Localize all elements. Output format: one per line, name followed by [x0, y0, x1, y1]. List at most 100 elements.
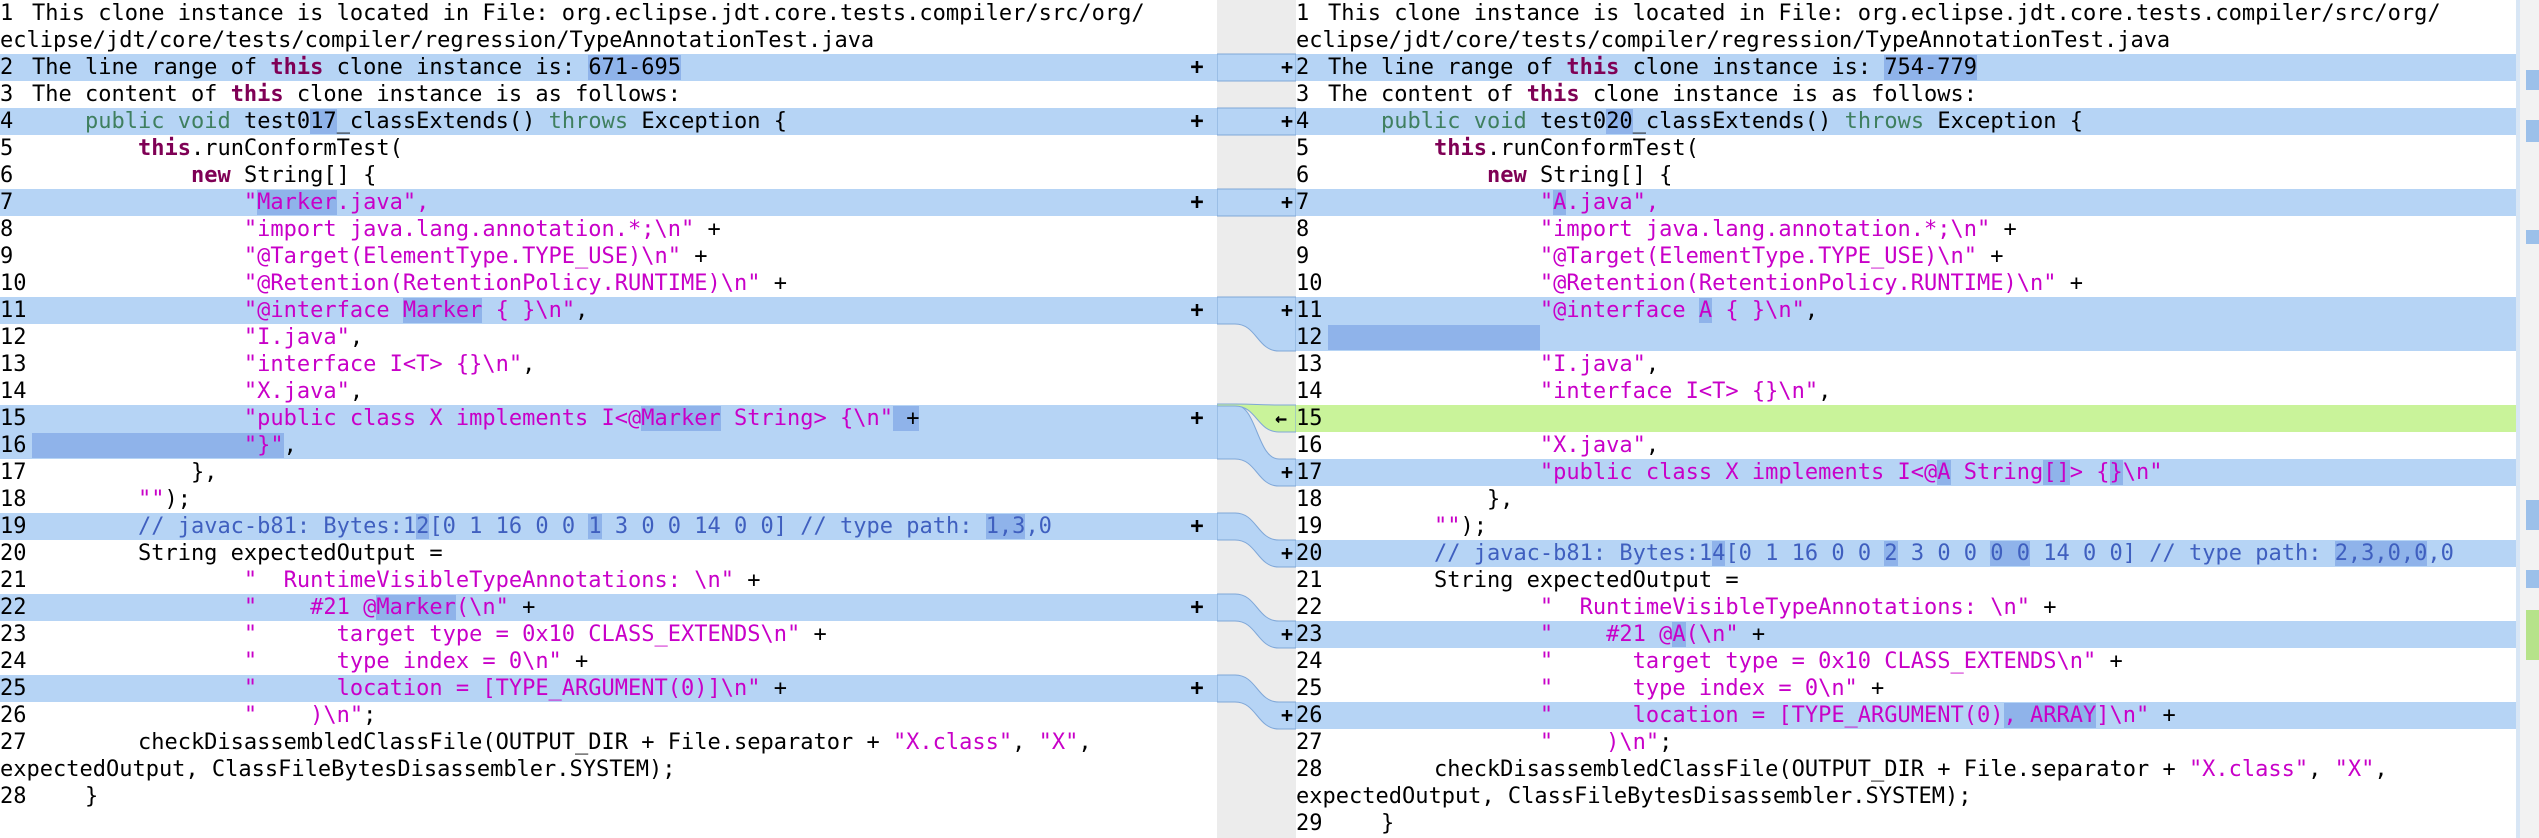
line-content: The line range of this clone instance is… [1328, 54, 2516, 81]
code-line[interactable]: 5 this.runConformTest( [0, 135, 1217, 162]
code-line[interactable]: 19 ""); [1296, 513, 2516, 540]
code-line[interactable]: 14 "X.java", [0, 378, 1217, 405]
code-token: this [1526, 82, 1580, 107]
code-token: public [1380, 109, 1461, 134]
code-token: String[] { [1526, 163, 1673, 188]
line-number: 8 [0, 217, 14, 242]
code-line[interactable]: 28 checkDisassembledClassFile(OUTPUT_DIR… [1296, 756, 2516, 810]
code-line[interactable]: 26 " location = [TYPE_ARGUMENT(0), ARRAY… [1296, 702, 2516, 729]
code-line[interactable]: 25 " location = [TYPE_ARGUMENT(0)]\n" + [0, 675, 1217, 702]
line-number: 18 [1296, 487, 1323, 512]
change-marker[interactable] [2526, 120, 2539, 142]
code-line[interactable]: 11 "@interface A { }\n", [1296, 297, 2516, 324]
code-line[interactable]: 24 " target type = 0x10 CLASS_EXTENDS\n"… [1296, 648, 2516, 675]
code-token: "import java.lang.annotation.*;\n" [243, 217, 695, 242]
copy-to-left-button[interactable]: + [1281, 460, 1293, 484]
line-number: 2 [1296, 55, 1310, 80]
insert-to-left-button[interactable]: ← [1275, 406, 1287, 430]
code-token: + [800, 622, 827, 647]
code-token: , [349, 325, 364, 350]
code-line[interactable]: 23 " #21 @A(\n" + [1296, 621, 2516, 648]
copy-to-left-button[interactable]: + [1281, 190, 1293, 214]
code-line[interactable]: 16 "X.java", [1296, 432, 2516, 459]
change-marker[interactable] [2526, 570, 2539, 588]
code-line[interactable]: 9 "@Target(ElementType.TYPE_USE)\n" + [0, 243, 1217, 270]
code-line[interactable]: 13 "I.java", [1296, 351, 2516, 378]
code-line[interactable]: 10 "@Retention(RetentionPolicy.RUNTIME)\… [1296, 270, 2516, 297]
line-number: 10 [0, 271, 27, 296]
code-line[interactable]: 22 " #21 @Marker(\n" + [0, 594, 1217, 621]
code-line[interactable]: 27 " )\n"; [1296, 729, 2516, 756]
line-content: "A.java", [1328, 189, 2516, 216]
change-marker[interactable] [2526, 70, 2539, 90]
code-line[interactable]: 15 "public class X implements I<@Marker … [0, 405, 1217, 432]
left-compare-pane[interactable]: 1 This clone instance is located in File:… [0, 0, 1217, 838]
copy-to-left-button[interactable]: + [1281, 298, 1293, 322]
code-line[interactable]: 16 "}", [0, 432, 1217, 459]
change-marker[interactable] [2526, 230, 2539, 244]
code-line[interactable]: 6 new String[] { [0, 162, 1217, 189]
code-line[interactable]: 17 "public class X implements I<@A Strin… [1296, 459, 2516, 486]
code-line[interactable]: 27 checkDisassembledClassFile(OUTPUT_DIR… [0, 729, 1217, 783]
code-line[interactable]: 25 " type index = 0\n" + [1296, 675, 2516, 702]
code-line[interactable]: 15 [1296, 405, 2516, 432]
code-token: + [2149, 703, 2176, 728]
copy-to-left-button[interactable]: + [1281, 541, 1293, 565]
right-compare-pane[interactable]: 1 This clone instance is located in File:… [1296, 0, 2516, 838]
copy-to-right-button[interactable]: + [1187, 189, 1207, 216]
copy-to-right-button[interactable]: + [1187, 513, 1207, 540]
code-line[interactable]: 1 This clone instance is located in File:… [0, 0, 1217, 54]
code-line[interactable]: 18 ""); [0, 486, 1217, 513]
code-line[interactable]: 19 // javac-b81: Bytes:12[0 1 16 0 0 1 3… [0, 513, 1217, 540]
insert-marker[interactable] [2526, 610, 2539, 660]
code-line[interactable]: 10 "@Retention(RetentionPolicy.RUNTIME)\… [0, 270, 1217, 297]
code-line[interactable]: 3 The content of this clone instance is a… [1296, 81, 2516, 108]
code-line[interactable]: 3 The content of this clone instance is a… [0, 81, 1217, 108]
code-line[interactable]: 22 " RuntimeVisibleTypeAnnotations: \n" … [1296, 594, 2516, 621]
code-line[interactable]: 7 "A.java", [1296, 189, 2516, 216]
code-line[interactable]: 14 "interface I<T> {}\n", [1296, 378, 2516, 405]
overview-ruler[interactable] [2520, 0, 2539, 838]
copy-to-right-button[interactable]: + [1187, 297, 1207, 324]
copy-to-right-button[interactable]: + [1187, 675, 1207, 702]
code-line[interactable]: 6 new String[] { [1296, 162, 2516, 189]
code-line[interactable]: 11 "@interface Marker { }\n", [0, 297, 1217, 324]
code-line[interactable]: 24 " type index = 0\n" + [0, 648, 1217, 675]
code-line[interactable]: 20 // javac-b81: Bytes:14[0 1 16 0 0 2 3… [1296, 540, 2516, 567]
code-line[interactable]: 21 " RuntimeVisibleTypeAnnotations: \n" … [0, 567, 1217, 594]
copy-to-right-button[interactable]: + [1187, 108, 1207, 135]
code-line[interactable]: 5 this.runConformTest( [1296, 135, 2516, 162]
code-line[interactable]: 8 "import java.lang.annotation.*;\n" + [1296, 216, 2516, 243]
copy-to-left-button[interactable]: + [1281, 703, 1293, 727]
copy-to-left-button[interactable]: + [1281, 109, 1293, 133]
code-line[interactable]: 4 public void test017_classExtends() thr… [0, 108, 1217, 135]
code-line[interactable]: 21 String expectedOutput = [1296, 567, 2516, 594]
copy-to-left-button[interactable]: + [1281, 55, 1293, 79]
code-line[interactable]: 9 "@Target(ElementType.TYPE_USE)\n" + [1296, 243, 2516, 270]
code-line[interactable]: 23 " target type = 0x10 CLASS_EXTENDS\n"… [0, 621, 1217, 648]
code-line[interactable]: 17 }, [0, 459, 1217, 486]
code-line[interactable]: 8 "import java.lang.annotation.*;\n" + [0, 216, 1217, 243]
code-line[interactable]: 18 }, [1296, 486, 2516, 513]
code-line[interactable]: 26 " )\n"; [0, 702, 1217, 729]
copy-to-right-button[interactable]: + [1187, 54, 1207, 81]
code-line[interactable]: 12 [1296, 324, 2516, 351]
code-line[interactable]: 4 public void test020_classExtends() thr… [1296, 108, 2516, 135]
code-line[interactable]: 20 String expectedOutput = [0, 540, 1217, 567]
code-line[interactable]: 7 "Marker.java", [0, 189, 1217, 216]
copy-to-right-button[interactable]: + [1187, 405, 1207, 432]
change-marker[interactable] [2526, 500, 2539, 530]
code-line[interactable]: 12 "I.java", [0, 324, 1217, 351]
code-token: // javac-b81: Bytes:1 [1433, 541, 1713, 566]
code-line[interactable]: 1 This clone instance is located in File:… [1296, 0, 2516, 54]
code-token: ,0 [2427, 541, 2454, 566]
code-line[interactable]: 13 "interface I<T> {}\n", [0, 351, 1217, 378]
code-line[interactable]: 2 The line range of this clone instance i… [1296, 54, 2516, 81]
code-line[interactable]: 2 The line range of this clone instance i… [0, 54, 1217, 81]
copy-to-right-button[interactable]: + [1187, 594, 1207, 621]
code-line[interactable]: 29 } [1296, 810, 2516, 837]
copy-to-left-button[interactable]: + [1281, 622, 1293, 646]
code-line[interactable]: 28 } [0, 783, 1217, 810]
